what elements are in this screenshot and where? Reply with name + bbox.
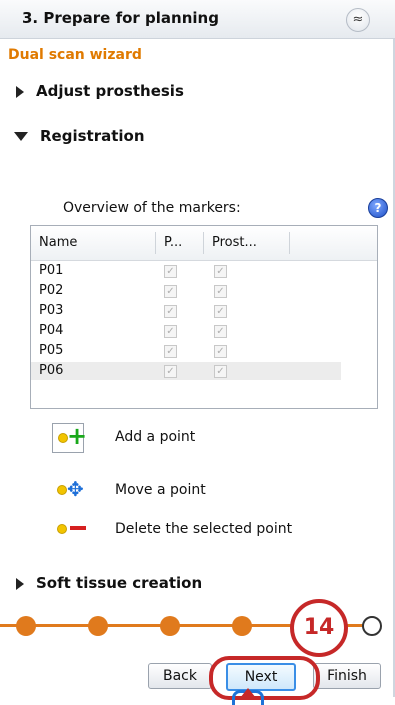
table-row[interactable]: P04 ✓ ✓: [31, 322, 341, 340]
highlight-ring: [209, 656, 320, 700]
checkbox-prost[interactable]: ✓: [214, 285, 227, 298]
checkbox-p[interactable]: ✓: [164, 365, 177, 378]
checkbox-p[interactable]: ✓: [164, 345, 177, 358]
cell-name: P03: [39, 303, 64, 318]
checkbox-prost[interactable]: ✓: [214, 345, 227, 358]
column-header-name[interactable]: Name: [39, 235, 77, 250]
table-row[interactable]: P05 ✓ ✓: [31, 342, 341, 360]
cell-name: P05: [39, 343, 64, 358]
section-label: Adjust prosthesis: [36, 82, 184, 100]
progress-step-dot: [362, 616, 382, 636]
checkbox-p[interactable]: ✓: [164, 305, 177, 318]
checkbox-p[interactable]: ✓: [164, 285, 177, 298]
add-point-button[interactable]: +: [52, 422, 88, 453]
expand-arrow-icon: [16, 85, 24, 98]
add-point-label: Add a point: [115, 429, 196, 445]
overview-label: Overview of the markers:: [63, 200, 241, 216]
move-point-button[interactable]: ✥: [52, 476, 84, 504]
checkbox-prost[interactable]: ✓: [214, 265, 227, 278]
step-header[interactable]: 3. Prepare for planning ≈: [0, 0, 395, 39]
step-title: 3. Prepare for planning: [22, 9, 219, 27]
section-registration[interactable]: Registration: [8, 127, 145, 145]
section-label: Soft tissue creation: [36, 574, 203, 592]
cell-name: P02: [39, 283, 64, 298]
pointer-arrow-icon: [240, 688, 256, 698]
section-adjust-prosthesis[interactable]: Adjust prosthesis: [8, 82, 184, 100]
wizard-title: Dual scan wizard: [8, 47, 142, 63]
markers-table: Name P... Prost... P01 ✓ ✓ P02 ✓ ✓ P03 ✓ ✓ P04 ✓ ✓ P…: [30, 225, 378, 409]
delete-point-button[interactable]: [52, 514, 86, 542]
progress-step-dot: [160, 616, 180, 636]
step-badge: 14: [290, 599, 348, 657]
table-row[interactable]: P01 ✓ ✓: [31, 262, 341, 280]
cell-name: P06: [39, 363, 64, 378]
checkbox-prost[interactable]: ✓: [214, 365, 227, 378]
point-icon: [57, 485, 67, 495]
column-divider[interactable]: [203, 232, 204, 254]
cell-name: P01: [39, 263, 64, 278]
minus-icon: [70, 526, 86, 530]
table-header: Name P... Prost...: [31, 226, 377, 261]
collapse-chevron-icon[interactable]: ≈: [346, 8, 370, 32]
checkbox-p[interactable]: ✓: [164, 325, 177, 338]
plus-icon: +: [67, 422, 88, 450]
expand-arrow-icon: [16, 577, 24, 590]
checkbox-p[interactable]: ✓: [164, 265, 177, 278]
column-divider[interactable]: [155, 232, 156, 254]
help-icon[interactable]: ?: [368, 198, 388, 218]
progress-step-dot: [232, 616, 252, 636]
point-icon: [57, 524, 67, 534]
table-row[interactable]: P02 ✓ ✓: [31, 282, 341, 300]
section-label: Registration: [40, 127, 145, 145]
column-divider[interactable]: [289, 232, 290, 254]
column-header-p[interactable]: P...: [164, 235, 182, 250]
progress-step-dot: [16, 616, 36, 636]
column-header-prost[interactable]: Prost...: [212, 235, 257, 250]
table-row[interactable]: P03 ✓ ✓: [31, 302, 341, 320]
move-point-label: Move a point: [115, 482, 206, 498]
collapse-arrow-icon: [14, 132, 28, 141]
progress-step-dot: [88, 616, 108, 636]
section-soft-tissue[interactable]: Soft tissue creation: [8, 574, 202, 592]
delete-point-label: Delete the selected point: [115, 521, 293, 537]
checkbox-prost[interactable]: ✓: [214, 325, 227, 338]
cell-name: P04: [39, 323, 64, 338]
back-button[interactable]: Back: [148, 663, 212, 689]
move-arrows-icon: ✥: [67, 477, 84, 501]
finish-button[interactable]: Finish: [313, 663, 381, 689]
checkbox-prost[interactable]: ✓: [214, 305, 227, 318]
table-row[interactable]: P06 ✓ ✓: [31, 362, 341, 380]
